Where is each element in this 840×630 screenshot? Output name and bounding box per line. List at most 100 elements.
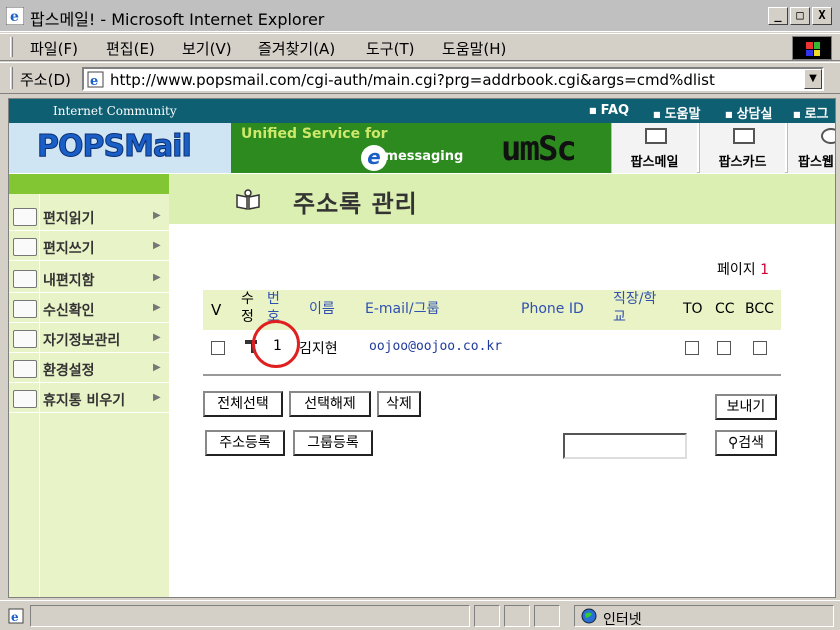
- sidebar-item-read[interactable]: 편지읽기 ▶: [9, 201, 169, 231]
- trash-icon: [13, 390, 37, 408]
- globe-icon: [581, 608, 597, 624]
- window-title-bar[interactable]: e 팝스메일! - Microsoft Internet Explorer _ …: [0, 0, 840, 32]
- window-title: 팝스메일! - Microsoft Internet Explorer: [30, 10, 325, 29]
- add-group-button[interactable]: 그룹등록: [293, 430, 373, 456]
- page-icon: e: [87, 71, 104, 88]
- face-icon: [821, 128, 835, 144]
- sidebar-item-write[interactable]: 편지쓰기 ▶: [9, 231, 169, 261]
- add-address-button[interactable]: 주소등록: [205, 430, 285, 456]
- sidebar: 편지읽기 ▶ 편지쓰기 ▶ 내편지함 ▶ 수신확인 ▶ 자기정보관리 ▶ 환경설…: [9, 174, 169, 597]
- pencil-icon: [13, 238, 37, 256]
- sidebar-item-settings[interactable]: 환경설정 ▶: [9, 353, 169, 383]
- arrow-right-icon: ▶: [153, 302, 161, 313]
- header-email[interactable]: E-mail/그룹: [365, 302, 439, 317]
- sidebar-item-profile[interactable]: 자기정보관리 ▶: [9, 323, 169, 353]
- page-title-bar: 주소록 관리: [169, 174, 835, 224]
- table-divider: [203, 374, 781, 376]
- close-button[interactable]: X: [812, 7, 832, 25]
- site-header: POPSMail Unified Service for e -messagin…: [9, 123, 835, 173]
- row-email[interactable]: oojoo@oojoo.co.kr: [369, 339, 502, 354]
- toolbar-grip[interactable]: [10, 37, 13, 57]
- arrow-right-icon: ▶: [153, 332, 161, 343]
- minimize-button[interactable]: _: [768, 7, 788, 25]
- select-all-button[interactable]: 전체선택: [203, 391, 283, 417]
- toolbar-grip[interactable]: [10, 67, 13, 89]
- main-content: 주소록 관리 페이지 1 V 수 정 번 호 이름 E-mail/그룹 Phon…: [169, 174, 835, 597]
- monitor-icon: [13, 360, 37, 378]
- search-button[interactable]: ⚲검색: [715, 430, 777, 456]
- umsc-banner[interactable]: Unified Service for e -messaging umSc: [231, 123, 611, 173]
- menu-help[interactable]: 도움말(H): [442, 38, 506, 59]
- memo-icon: [645, 128, 667, 144]
- menu-file[interactable]: 파일(F): [30, 38, 78, 59]
- address-book-icon: [236, 189, 260, 210]
- nav-popscard[interactable]: 팝스카드: [699, 123, 785, 173]
- nav-popsmail[interactable]: 팝스메일: [611, 123, 697, 173]
- profile-folder-icon: [13, 330, 37, 348]
- sidebar-item-receipt[interactable]: 수신확인 ▶: [9, 293, 169, 323]
- row-select-checkbox[interactable]: [211, 341, 225, 355]
- toplink-logout[interactable]: 로그: [793, 103, 829, 122]
- browser-viewport: Internet Community FAQ 도움말 상담실 로그 POPSMa…: [8, 98, 836, 598]
- sidebar-item-label: 편지읽기: [43, 211, 95, 227]
- to-checkbox[interactable]: [685, 341, 699, 355]
- sidebar-divider: [39, 194, 40, 597]
- header-org-2[interactable]: 교: [613, 310, 626, 325]
- svg-text:e: e: [10, 9, 19, 25]
- magnifier-icon: ⚲: [727, 435, 739, 451]
- header-name[interactable]: 이름: [309, 302, 335, 317]
- sidebar-item-label: 내편지함: [43, 273, 95, 289]
- page-status-icon: e: [8, 608, 24, 624]
- search-button-label: 검색: [738, 435, 765, 451]
- delete-button[interactable]: 삭제: [377, 391, 421, 417]
- svg-text:e: e: [11, 610, 19, 624]
- bcc-checkbox[interactable]: [753, 341, 767, 355]
- arrow-right-icon: ▶: [153, 392, 161, 403]
- windows-logo-icon: [792, 36, 832, 60]
- address-input[interactable]: e http://www.popsmail.com/cgi-auth/main.…: [82, 67, 824, 91]
- maximize-button[interactable]: □: [790, 7, 810, 25]
- status-pane: [504, 605, 530, 627]
- deselect-button[interactable]: 선택해제: [289, 391, 371, 417]
- menu-view[interactable]: 보기(V): [182, 38, 232, 59]
- arrow-right-icon: ▶: [153, 210, 161, 221]
- menu-edit[interactable]: 편집(E): [106, 38, 155, 59]
- address-url: http://www.popsmail.com/cgi-auth/main.cg…: [110, 71, 715, 89]
- logo-text: POPSMail: [37, 129, 193, 165]
- arrow-right-icon: ▶: [153, 362, 161, 373]
- sidebar-item-label: 편지쓰기: [43, 241, 95, 257]
- row-name[interactable]: 김지현: [299, 338, 338, 358]
- page-number[interactable]: 1: [760, 262, 769, 278]
- page-label: 페이지: [717, 262, 756, 278]
- svg-text:e: e: [90, 74, 98, 88]
- banner-tagline: Unified Service for: [241, 126, 388, 142]
- annotation-circle: [252, 320, 300, 368]
- address-label: 주소(D): [20, 71, 71, 89]
- page-indicator: 페이지 1: [717, 259, 769, 279]
- send-button[interactable]: 보내기: [715, 394, 777, 420]
- cc-checkbox[interactable]: [717, 341, 731, 355]
- menu-bar: 파일(F) 편집(E) 보기(V) 즐겨찾기(A) 도구(T) 도움말(H): [0, 33, 840, 61]
- toplink-support[interactable]: 상담실: [725, 103, 773, 122]
- search-input[interactable]: [563, 433, 687, 459]
- nav-label: 팝스웹: [798, 155, 834, 170]
- sidebar-item-trash[interactable]: 휴지통 비우기 ▶: [9, 383, 169, 413]
- header-cc: CC: [715, 301, 735, 317]
- header-org-1[interactable]: 직장/학: [613, 292, 656, 307]
- header-number-1[interactable]: 번: [267, 292, 280, 307]
- address-dropdown-icon[interactable]: ▼: [804, 69, 822, 89]
- receipt-icon: [13, 300, 37, 318]
- menu-favorites[interactable]: 즐겨찾기(A): [258, 38, 335, 59]
- status-zone-pane: 인터넷: [574, 605, 834, 628]
- popsmail-logo[interactable]: POPSMail: [9, 123, 231, 173]
- toplink-help[interactable]: 도움말: [653, 103, 701, 122]
- status-zone: 인터넷: [603, 612, 642, 628]
- menu-tools[interactable]: 도구(T): [366, 38, 414, 59]
- header-bcc: BCC: [745, 301, 774, 317]
- nav-popsweb[interactable]: 팝스웹: [787, 123, 835, 173]
- header-phone[interactable]: Phone ID: [521, 302, 584, 317]
- toplink-faq[interactable]: FAQ: [589, 103, 630, 118]
- nav-label: 팝스메일: [630, 155, 679, 170]
- sidebar-item-mailbox[interactable]: 내편지함 ▶: [9, 263, 169, 293]
- nav-label: 팝스카드: [718, 155, 767, 170]
